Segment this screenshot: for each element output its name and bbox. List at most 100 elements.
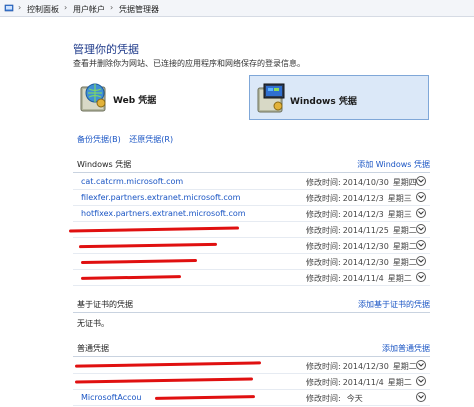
redaction-mark (74, 361, 262, 368)
section-divider (73, 356, 430, 357)
modified-label: 修改时间: (306, 394, 341, 403)
modified-label: 修改时间: (306, 362, 341, 371)
no-certificates-text: 无证书。 (77, 319, 109, 328)
credential-row[interactable]: filexfer.partners.extranet.microsoft.com… (73, 190, 430, 206)
redaction-mark (68, 226, 240, 233)
web-credential-vault-icon (80, 83, 106, 112)
certificate-credentials-section-header: 基于证书的凭据 添加基于证书的凭据 (73, 297, 430, 311)
modified-date: 2014/12/3 (342, 194, 384, 203)
credential-row[interactable]: 修改时间: 2014/12/30 星期二 (73, 238, 430, 254)
breadcrumb-item-control-panel[interactable]: 控制面板 (27, 4, 59, 15)
add-windows-credential-link[interactable]: 添加 Windows 凭据 (357, 159, 430, 170)
modified-info: 修改时间: 2014/11/25 星期二 (306, 225, 417, 236)
expand-button[interactable] (416, 256, 426, 266)
windows-credentials-label: Windows 凭据 (290, 97, 357, 107)
credential-row[interactable]: 修改时间: 2014/11/4 星期二 (73, 374, 430, 390)
chevron-down-icon (418, 179, 424, 183)
breadcrumb-separator: › (18, 3, 22, 12)
expand-button[interactable] (416, 376, 426, 386)
breadcrumb-separator: › (64, 3, 68, 12)
modified-day: 星期二 (387, 274, 412, 283)
modified-info: 修改时间: 今天 (306, 393, 363, 404)
modified-day: 星期四 (392, 178, 417, 187)
modified-day: 星期二 (392, 226, 417, 235)
credential-row[interactable]: 修改时间: 2014/11/4 星期二 (73, 270, 430, 286)
modified-date: 2014/11/4 (342, 274, 384, 283)
modified-label: 修改时间: (306, 274, 341, 283)
chevron-down-icon (418, 275, 424, 279)
expand-button[interactable] (416, 272, 426, 282)
credential-address: filexfer.partners.extranet.microsoft.com (81, 193, 241, 202)
credential-row[interactable]: 修改时间: 2014/12/30 星期二 (73, 254, 430, 270)
web-credentials-label: Web 凭据 (113, 96, 157, 106)
redaction-mark (74, 377, 254, 384)
credential-row[interactable]: hotfixex.partners.extranet.microsoft.com… (73, 206, 430, 222)
expand-button[interactable] (416, 192, 426, 202)
modified-label: 修改时间: (306, 258, 341, 267)
redaction-mark (80, 258, 198, 265)
restore-credentials-link[interactable]: 还原凭据(R) (129, 135, 173, 144)
section-divider (73, 172, 430, 173)
modified-label: 修改时间: (306, 242, 341, 251)
credential-row[interactable]: 修改时间: 2014/11/25 星期二 (68, 222, 430, 238)
modified-date: 2014/12/30 (342, 362, 389, 371)
backup-credentials-link[interactable]: 备份凭据(B) (77, 135, 121, 144)
breadcrumb: › 控制面板 › 用户帐户 › 凭据管理器 (0, 0, 474, 17)
credential-row[interactable]: MicrosoftAccou 修改时间: 今天 (73, 390, 430, 406)
modified-date: 2014/12/30 (342, 258, 389, 267)
credential-address: cat.catcrm.microsoft.com (81, 177, 184, 186)
expand-button[interactable] (416, 208, 426, 218)
section-divider (73, 312, 430, 313)
modified-label: 修改时间: (306, 378, 341, 387)
modified-info: 修改时间: 2014/12/3 星期三 (306, 209, 412, 220)
credential-address: MicrosoftAccou (81, 393, 142, 402)
modified-day: 星期二 (387, 378, 412, 387)
expand-button[interactable] (416, 360, 426, 370)
modified-info: 修改时间: 2014/12/30 星期二 (306, 241, 417, 252)
modified-info: 修改时间: 2014/11/4 星期二 (306, 273, 412, 284)
credential-address: hotfixex.partners.extranet.microsoft.com (81, 209, 246, 218)
web-credentials-button[interactable]: Web 凭据 (73, 75, 243, 120)
page-title: 管理你的凭据 (73, 43, 139, 56)
section-title: Windows 凭据 (77, 160, 132, 169)
modified-day: 星期二 (392, 242, 417, 251)
breadcrumb-separator: › (110, 3, 114, 12)
modified-info: 修改时间: 2014/11/4 星期二 (306, 377, 412, 388)
chevron-down-icon (418, 227, 424, 231)
windows-credential-vault-icon (257, 83, 285, 113)
expand-button[interactable] (416, 240, 426, 250)
generic-credentials-section-header: 普通凭据 添加普通凭据 (73, 341, 430, 355)
chevron-down-icon (418, 259, 424, 263)
modified-info: 修改时间: 2014/10/30 星期四 (306, 177, 417, 188)
redaction-mark (154, 395, 256, 400)
modified-date: 2014/12/3 (342, 210, 384, 219)
chevron-down-icon (418, 211, 424, 215)
modified-label: 修改时间: (306, 178, 341, 187)
add-certificate-credential-link[interactable]: 添加基于证书的凭据 (358, 299, 430, 310)
modified-day: 星期三 (387, 210, 412, 219)
section-title: 基于证书的凭据 (77, 300, 133, 309)
credential-row[interactable]: cat.catcrm.microsoft.com 修改时间: 2014/10/30… (73, 174, 430, 190)
breadcrumb-item-credential-manager[interactable]: 凭据管理器 (119, 4, 159, 15)
vault-actions: 备份凭据(B) 还原凭据(R) (77, 134, 179, 145)
modified-date: 2014/11/4 (342, 378, 384, 387)
breadcrumb-item-user-accounts[interactable]: 用户帐户 (73, 4, 105, 15)
credential-row[interactable]: 修改时间: 2014/12/30 星期二 (73, 358, 430, 374)
redaction-mark (78, 242, 218, 249)
expand-button[interactable] (416, 392, 426, 402)
modified-date: 2014/10/30 (342, 178, 389, 187)
windows-credentials-button[interactable]: Windows 凭据 (249, 75, 429, 120)
modified-day: 星期二 (392, 362, 417, 371)
windows-credentials-section-header: Windows 凭据 添加 Windows 凭据 (73, 157, 430, 171)
modified-date: 2014/12/30 (342, 242, 389, 251)
modified-label: 修改时间: (306, 194, 341, 203)
home-icon[interactable] (4, 3, 14, 13)
expand-button[interactable] (416, 224, 426, 234)
expand-button[interactable] (416, 176, 426, 186)
chevron-down-icon (418, 363, 424, 367)
chevron-down-icon (418, 395, 424, 399)
add-generic-credential-link[interactable]: 添加普通凭据 (382, 343, 430, 354)
chevron-down-icon (418, 195, 424, 199)
modified-label: 修改时间: (306, 226, 341, 235)
modified-date: 2014/11/25 (342, 226, 389, 235)
